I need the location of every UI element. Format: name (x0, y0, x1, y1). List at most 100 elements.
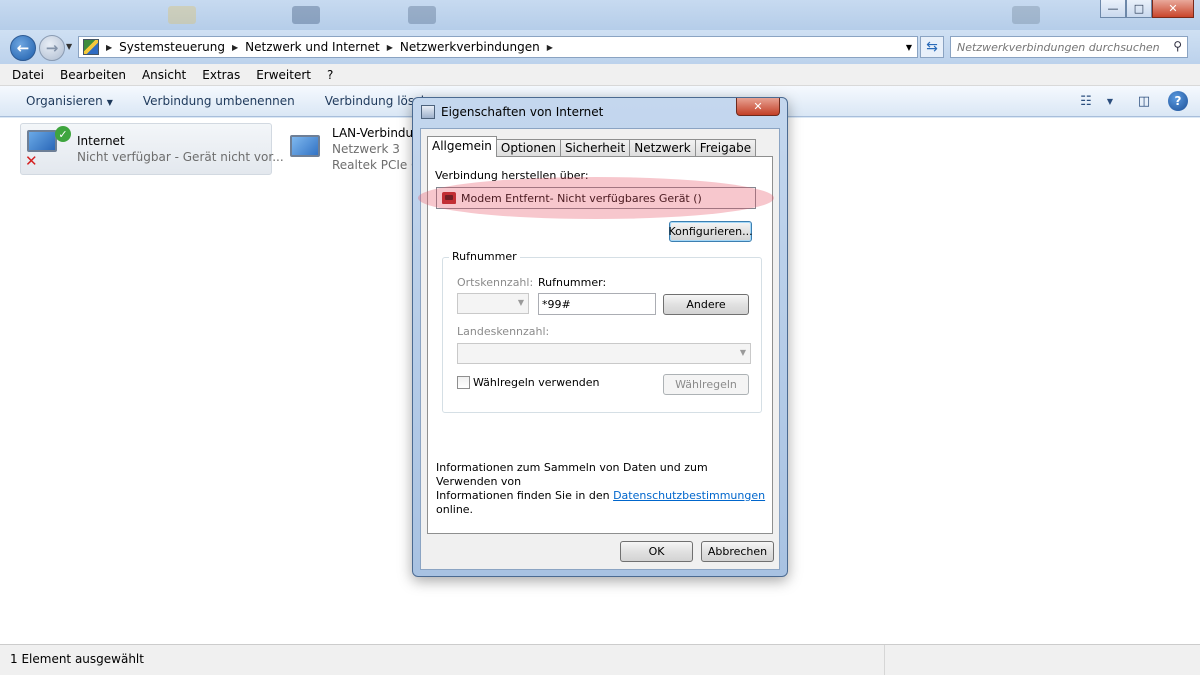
tab-sicherheit[interactable]: Sicherheit (559, 139, 631, 157)
area-code-label: Ortskennzahl: (457, 276, 534, 289)
dialing-rules-checkbox[interactable] (457, 376, 470, 389)
breadcrumb-systemsteuerung[interactable]: Systemsteuerung (119, 40, 225, 54)
breadcrumb-netzwerkverbindungen[interactable]: Netzwerkverbindungen (400, 40, 540, 54)
menu-extras[interactable]: Extras (202, 68, 240, 82)
status-bar: 1 Element ausgewählt (0, 644, 1200, 675)
connection-adapter: Realtek PCIe GI (332, 158, 424, 172)
menu-ansicht[interactable]: Ansicht (142, 68, 186, 82)
phone-number-group: Rufnummer Ortskennzahl: Rufnummer: ▼ And… (442, 250, 762, 413)
connection-name: Internet (77, 134, 125, 148)
search-input[interactable] (957, 37, 1167, 57)
refresh-icon: ⇆ (926, 39, 938, 55)
window-titlebar[interactable]: — □ ✕ (0, 0, 1200, 30)
tab-freigabe[interactable]: Freigabe (694, 139, 757, 157)
chevron-right-icon[interactable]: ▶ (232, 43, 238, 52)
back-button[interactable]: ← (10, 35, 36, 61)
address-bar[interactable]: ▶ Systemsteuerung ▶ Netzwerk und Interne… (78, 36, 918, 58)
organize-button[interactable]: Organisieren ▼ (26, 94, 113, 108)
tab-strip: Allgemein Optionen Sicherheit Netzwerk F… (427, 136, 757, 157)
refresh-button[interactable]: ⇆ (920, 36, 944, 58)
check-icon: ✓ (55, 126, 71, 142)
area-code-select[interactable]: ▼ (457, 293, 529, 314)
change-view-icon[interactable]: ☷ (1076, 91, 1096, 111)
privacy-info: Informationen zum Sammeln von Daten und … (436, 461, 766, 517)
dialing-rules-label: Wählregeln verwenden (473, 376, 600, 389)
background-decoration (408, 6, 436, 24)
menu-bearbeiten[interactable]: Bearbeiten (60, 68, 126, 82)
navigation-bar: ← → ▼ ▶ Systemsteuerung ▶ Netzwerk und I… (0, 30, 1200, 64)
preview-pane-icon[interactable]: ◫ (1134, 91, 1154, 111)
privacy-link[interactable]: Datenschutzbestimmungen (613, 489, 765, 502)
control-panel-icon (83, 39, 99, 55)
privacy-text-line1: Informationen zum Sammeln von Daten und … (436, 461, 708, 488)
dialing-rules-button[interactable]: Wählregeln (663, 374, 749, 395)
phone-number-input[interactable] (539, 294, 655, 314)
chevron-down-icon: ▼ (739, 348, 746, 357)
chevron-right-icon[interactable]: ▶ (387, 43, 393, 52)
tab-netzwerk[interactable]: Netzwerk (629, 139, 696, 157)
privacy-text: Informationen finden Sie in den (436, 489, 610, 502)
connection-internet[interactable]: ✓ ✕ Internet Nicht verfügbar - Gerät nic… (20, 123, 284, 175)
help-icon[interactable]: ? (1168, 91, 1188, 111)
dialog-titlebar[interactable]: Eigenschaften von Internet (421, 105, 603, 119)
device-name: Modem Entfernt- Nicht verfügbares Gerät … (461, 191, 702, 205)
recent-pages-dropdown[interactable]: ▼ (66, 42, 72, 51)
cancel-button[interactable]: Abbrechen (701, 541, 774, 562)
country-code-select[interactable]: ▼ (457, 343, 751, 364)
privacy-text-end: online. (436, 503, 474, 516)
phone-number-label: Rufnummer: (538, 276, 607, 289)
configure-button[interactable]: Konfigurieren... (668, 221, 753, 242)
status-pane (884, 645, 1200, 675)
background-decoration (292, 6, 320, 24)
privacy-text-line2: Informationen finden Sie in den Datensch… (436, 489, 766, 517)
connection-network: Netzwerk 3 (332, 142, 400, 156)
dialup-connection-icon: ✓ ✕ (25, 126, 71, 172)
view-controls: ☷ ▼ ◫ ? (1062, 91, 1188, 111)
close-button[interactable]: ✕ (1152, 0, 1194, 18)
dialog-close-button[interactable]: ✕ (736, 98, 780, 116)
arrow-right-icon: → (45, 39, 59, 57)
dialup-icon (421, 105, 435, 119)
arrow-left-icon: ← (16, 39, 30, 57)
connection-name: LAN-Verbindun (332, 126, 421, 140)
country-code-label: Landeskennzahl: (457, 325, 550, 338)
device-list[interactable]: Modem Entfernt- Nicht verfügbares Gerät … (436, 187, 756, 209)
search-box[interactable]: ⚲ (950, 36, 1188, 58)
modem-phone-icon (442, 192, 456, 204)
error-x-icon: ✕ (25, 152, 38, 170)
menu-erweitert[interactable]: Erweitert (256, 68, 311, 82)
forward-button[interactable]: → (39, 35, 65, 61)
ok-button[interactable]: OK (620, 541, 693, 562)
phone-number-field[interactable] (538, 293, 656, 315)
properties-dialog: Eigenschaften von Internet ✕ Allgemein O… (412, 97, 788, 577)
tab-allgemein[interactable]: Allgemein (427, 136, 497, 157)
group-title: Rufnummer (449, 250, 520, 263)
dialog-title: Eigenschaften von Internet (441, 105, 604, 119)
menu-datei[interactable]: Datei (12, 68, 44, 82)
search-icon[interactable]: ⚲ (1173, 39, 1182, 53)
menu-help[interactable]: ? (327, 68, 333, 82)
chevron-down-icon: ▼ (517, 298, 524, 307)
maximize-button[interactable]: □ (1126, 0, 1152, 18)
background-decoration (1012, 6, 1040, 24)
view-dropdown-icon[interactable]: ▼ (1100, 91, 1120, 111)
background-decoration (168, 6, 196, 24)
connect-via-label: Verbindung herstellen über: (435, 169, 589, 182)
chevron-right-icon[interactable]: ▶ (106, 43, 112, 52)
monitor-icon (27, 130, 57, 152)
tab-panel-allgemein: Verbindung herstellen über: Modem Entfer… (418, 156, 774, 534)
organize-label: Organisieren (26, 94, 103, 108)
breadcrumb-netzwerk-und-internet[interactable]: Netzwerk und Internet (245, 40, 380, 54)
chevron-right-icon[interactable]: ▶ (547, 43, 553, 52)
connection-lan[interactable]: LAN-Verbindun Netzwerk 3 Realtek PCIe GI (276, 123, 424, 175)
chevron-down-icon: ▼ (106, 98, 113, 107)
monitor-icon (290, 135, 320, 157)
status-text: 1 Element ausgewählt (10, 652, 144, 666)
tab-optionen[interactable]: Optionen (495, 139, 561, 157)
alternates-button[interactable]: Andere (663, 294, 749, 315)
address-dropdown-icon[interactable]: ▼ (906, 43, 912, 52)
minimize-button[interactable]: — (1100, 0, 1126, 18)
rename-connection-button[interactable]: Verbindung umbenennen (143, 94, 295, 108)
dialog-body: Allgemein Optionen Sicherheit Netzwerk F… (418, 128, 780, 570)
connection-status: Nicht verfügbar - Gerät nicht vor... (77, 150, 284, 164)
